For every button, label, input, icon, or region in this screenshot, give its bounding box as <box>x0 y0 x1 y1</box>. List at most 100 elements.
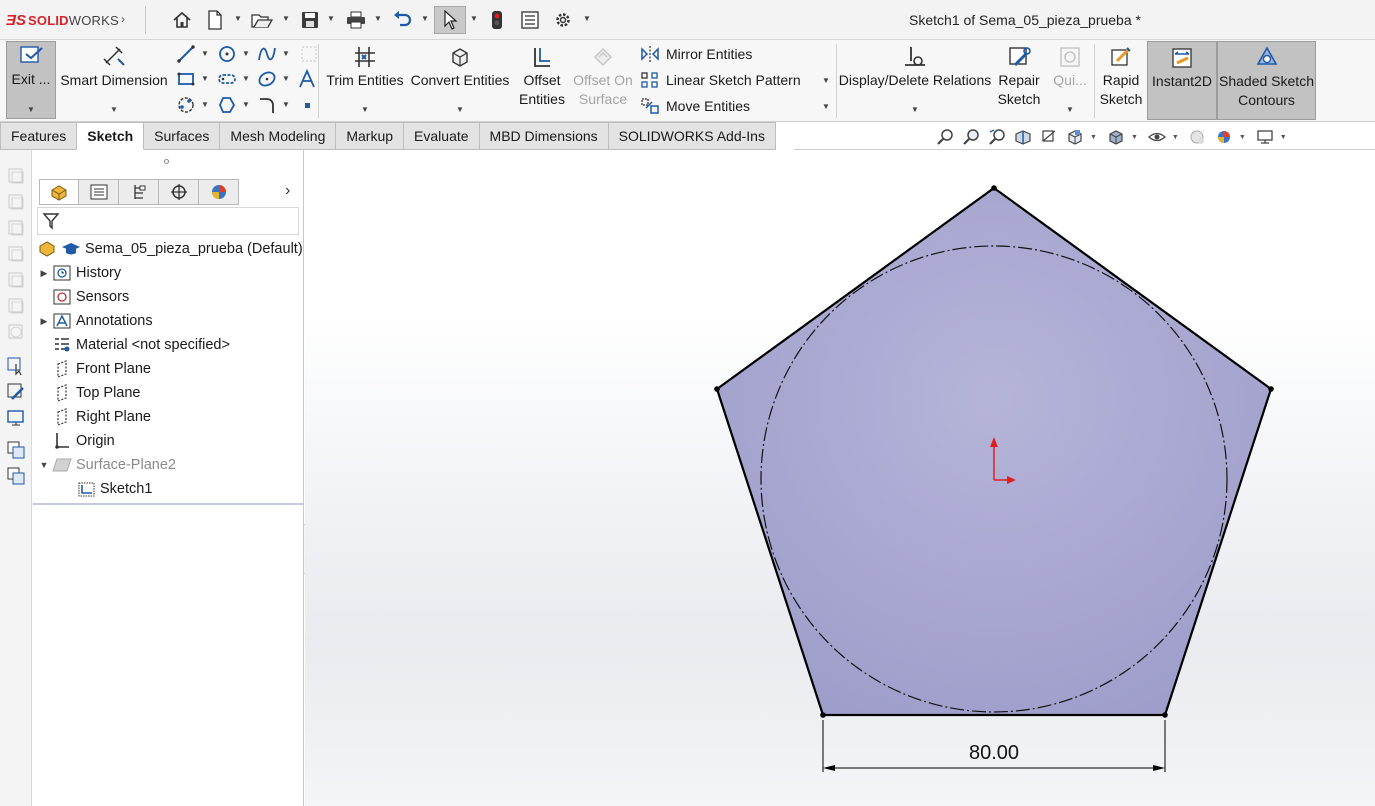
graphics-area[interactable]: 80.00 <box>305 150 1375 806</box>
options-dropdown-icon[interactable]: ▼ <box>583 14 591 23</box>
print-icon[interactable] <box>344 8 368 32</box>
panel-grip[interactable] <box>164 159 169 164</box>
tab-mbd-dimensions[interactable]: MBD Dimensions <box>479 122 609 150</box>
tab-solidworks-add-ins[interactable]: SOLIDWORKS Add-Ins <box>608 122 776 150</box>
exit-sketch-button[interactable]: Exit ... ▼ <box>6 41 56 119</box>
tree-item-right-plane[interactable]: Right Plane <box>37 405 151 429</box>
move-dropdown-icon[interactable]: ▼ <box>822 102 830 111</box>
tab-markup[interactable]: Markup <box>336 122 405 150</box>
open-dropdown-icon[interactable]: ▼ <box>282 14 290 23</box>
display-manager-tab[interactable] <box>199 179 239 205</box>
sketch-select-icon[interactable] <box>6 356 26 376</box>
display-delete-relations-button[interactable]: Display/Delete Relations ▼ <box>838 43 992 119</box>
zoom-to-fit-icon[interactable] <box>934 127 956 147</box>
tree-root-part[interactable]: Sema_05_pieza_prueba (Default) <box>37 237 303 261</box>
exit-dropdown-icon[interactable]: ▼ <box>27 100 35 119</box>
rebuild-icon[interactable] <box>487 8 507 32</box>
new-document-icon[interactable] <box>204 8 226 32</box>
convert-dropdown-icon[interactable]: ▼ <box>456 100 464 119</box>
tab-mesh-modeling[interactable]: Mesh Modeling <box>220 122 337 150</box>
pattern-dropdown-icon[interactable]: ▼ <box>822 76 830 85</box>
feature-manager-tab[interactable] <box>39 179 79 205</box>
layers-icon[interactable] <box>6 440 26 460</box>
quick-snaps-button[interactable]: Qui... ▼ <box>1048 43 1092 119</box>
view-front-icon[interactable] <box>6 192 26 212</box>
tab-surfaces[interactable]: Surfaces <box>144 122 221 150</box>
smart-dimension-dropdown-icon[interactable]: ▼ <box>110 100 118 119</box>
display-style-icon[interactable] <box>1105 127 1127 147</box>
tree-item-front-plane[interactable]: Front Plane <box>37 357 151 381</box>
sketch-picture-icon[interactable] <box>6 408 26 428</box>
linear-sketch-pattern-button[interactable]: Linear Sketch Pattern <box>640 71 801 89</box>
menu-chevron-icon[interactable]: › <box>121 12 125 26</box>
view-back-icon[interactable] <box>6 270 26 290</box>
save-icon[interactable] <box>298 8 322 32</box>
tree-item-sensors[interactable]: Sensors <box>37 285 129 309</box>
offset-on-surface-button[interactable]: Offset On Surface <box>570 43 636 119</box>
fillet-icon[interactable] <box>216 94 238 116</box>
edit-appearance-icon[interactable] <box>1187 127 1209 147</box>
spline-icon[interactable] <box>256 43 278 65</box>
instant2d-button[interactable]: Instant2D <box>1147 41 1217 120</box>
repair-sketch-button[interactable]: Repair Sketch <box>994 43 1044 119</box>
ellipse-icon[interactable] <box>256 68 278 90</box>
dimension-value[interactable]: 80.00 <box>954 742 1034 765</box>
view-left-icon[interactable] <box>6 322 26 342</box>
rapid-sketch-button[interactable]: Rapid Sketch <box>1096 43 1146 119</box>
view-bottom-icon[interactable] <box>6 296 26 316</box>
tree-item-material[interactable]: Material <not specified> <box>37 333 230 357</box>
sketch-fillet-icon[interactable] <box>256 94 278 116</box>
zoom-to-area-icon[interactable] <box>960 127 982 147</box>
view-right-icon[interactable] <box>6 244 26 264</box>
expand-arrow-icon[interactable]: ▶ <box>37 268 51 279</box>
print-dropdown-icon[interactable]: ▼ <box>374 14 382 23</box>
tab-features[interactable]: Features <box>0 122 78 150</box>
hide-show-items-icon[interactable] <box>1146 127 1168 147</box>
tree-item-history[interactable]: ▶ History <box>37 261 122 285</box>
view-settings-icon[interactable] <box>1254 127 1276 147</box>
copy-layers-icon[interactable] <box>6 466 26 486</box>
move-entities-button[interactable]: Move Entities <box>640 97 750 115</box>
tab-evaluate[interactable]: Evaluate <box>404 122 480 150</box>
view-orientation-icon[interactable] <box>1064 127 1086 147</box>
view-top-icon[interactable] <box>6 218 26 238</box>
property-manager-tab[interactable] <box>79 179 119 205</box>
trim-entities-button[interactable]: Trim Entities ▼ <box>324 43 406 119</box>
dimxpert-manager-tab[interactable] <box>159 179 199 205</box>
offset-entities-button[interactable]: Offset Entities <box>514 43 570 119</box>
select-icon[interactable] <box>434 6 466 34</box>
apply-scene-icon[interactable] <box>1213 127 1235 147</box>
tree-item-origin[interactable]: Origin <box>37 429 115 453</box>
new-dropdown-icon[interactable]: ▼ <box>234 14 242 23</box>
collapse-arrow-icon[interactable]: ▼ <box>37 460 51 470</box>
repair-sketch-strip-icon[interactable] <box>6 382 26 402</box>
smart-dimension-button[interactable]: Smart Dimension ▼ <box>59 43 169 119</box>
polygon-icon[interactable] <box>175 94 197 116</box>
home-icon[interactable] <box>170 8 194 32</box>
tree-item-top-plane[interactable]: Top Plane <box>37 381 141 405</box>
tab-sketch[interactable]: Sketch <box>77 122 145 150</box>
line-icon[interactable] <box>175 43 197 65</box>
circle-tool-icon[interactable] <box>216 43 238 65</box>
shaded-sketch-contours-button[interactable]: Shaded Sketch Contours <box>1217 41 1316 120</box>
tree-item-annotations[interactable]: ▶ Annotations <box>37 309 153 333</box>
solidworks-logo[interactable]: ƎS SOLIDWORKS <box>6 10 119 30</box>
relations-dropdown-icon[interactable]: ▼ <box>911 100 919 119</box>
convert-entities-button[interactable]: Convert Entities ▼ <box>408 43 512 119</box>
select-dropdown-icon[interactable]: ▼ <box>470 14 478 23</box>
save-dropdown-icon[interactable]: ▼ <box>327 14 335 23</box>
point-icon[interactable] <box>296 94 318 116</box>
undo-dropdown-icon[interactable]: ▼ <box>421 14 429 23</box>
text-icon[interactable] <box>296 68 318 90</box>
previous-view-icon[interactable] <box>986 127 1008 147</box>
slot-icon[interactable] <box>216 68 238 90</box>
tree-item-surface-plane2[interactable]: ▼ Surface-Plane2 <box>37 453 176 477</box>
mirror-entities-button[interactable]: Mirror Entities <box>640 45 752 63</box>
undo-icon[interactable] <box>390 8 414 32</box>
view-3d-icon[interactable] <box>6 166 26 186</box>
dynamic-annotation-icon[interactable] <box>1038 127 1060 147</box>
section-view-icon[interactable] <box>1012 127 1034 147</box>
tree-filter-input[interactable] <box>37 207 299 235</box>
options-icon[interactable] <box>552 8 574 32</box>
expand-arrow-icon[interactable]: ▶ <box>37 316 51 327</box>
